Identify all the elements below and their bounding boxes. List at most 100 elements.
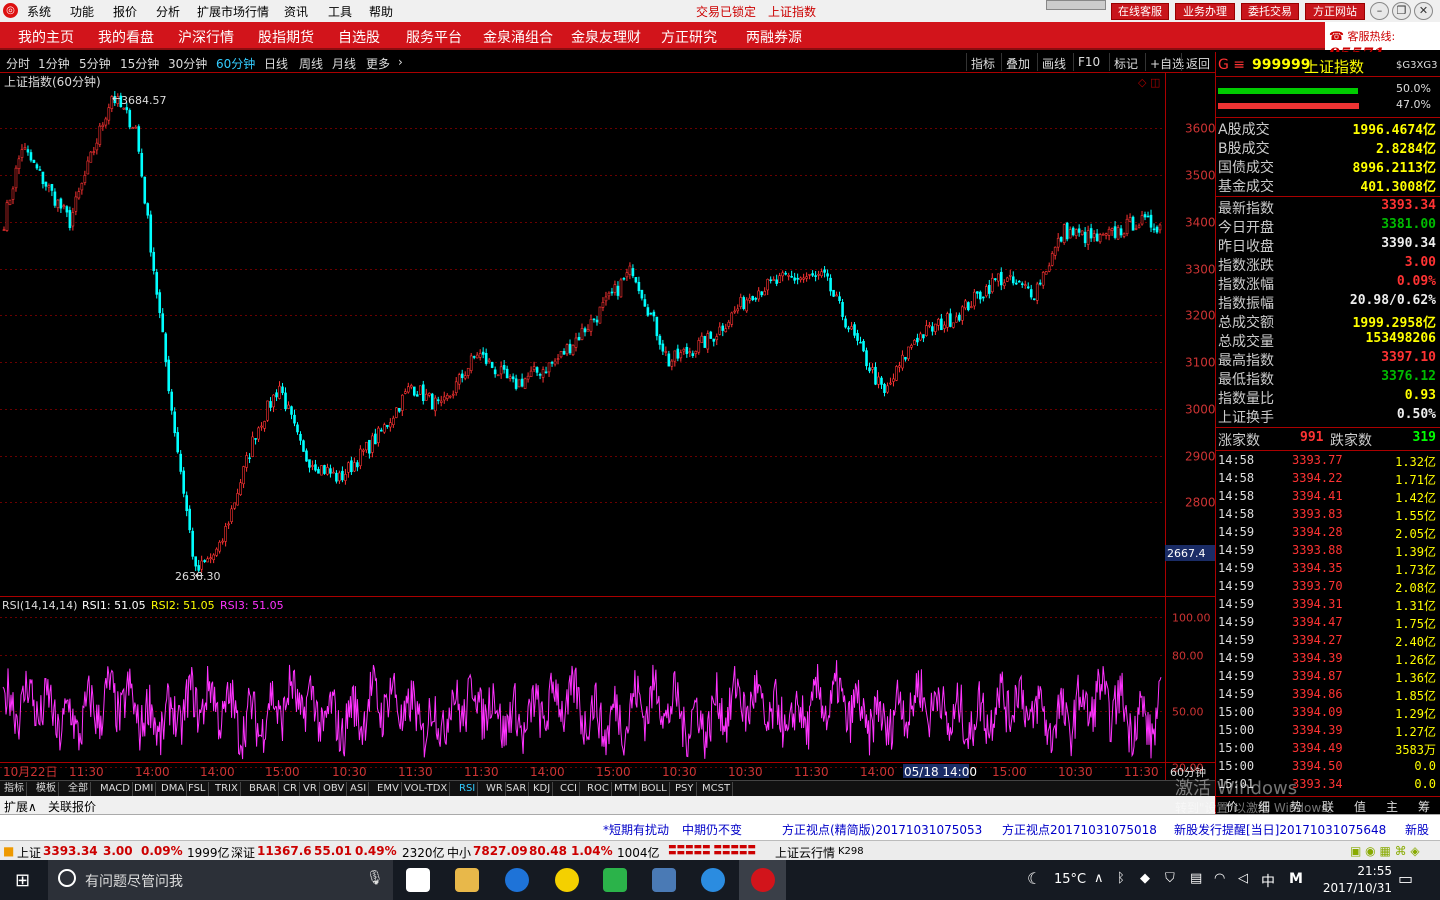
news-item[interactable]: 方正视点(精简版)20171031075053 — [782, 821, 982, 838]
indicator-tab[interactable]: WR — [484, 782, 506, 796]
period-15min[interactable]: 15分钟 — [120, 55, 159, 72]
trade-lock-status[interactable]: 交易已锁定 — [696, 3, 756, 20]
panel-tab[interactable]: 势 — [1290, 798, 1302, 815]
menu-function[interactable]: 功能 — [70, 3, 94, 20]
panel-tab[interactable]: 细 — [1258, 798, 1270, 815]
indicator-tab[interactable]: 全部 — [66, 782, 91, 796]
indicator-tab[interactable]: CCI — [558, 782, 580, 796]
indicator-tab[interactable]: 指标 — [2, 782, 27, 796]
menu-news[interactable]: 资讯 — [284, 3, 308, 20]
chart-area[interactable]: 2800 2900 3000 3100 3200 3300 3400 3500 3600 ← ← … — [0, 72, 1215, 780]
panel-tab[interactable]: 联 — [1322, 798, 1334, 815]
cloud-quote-label[interactable]: 上证云行情 — [775, 844, 835, 861]
indicator-tab[interactable]: ROC — [585, 782, 612, 796]
microphone-icon[interactable]: 🎙 — [366, 870, 384, 886]
news-item[interactable]: 中期仍不变 — [682, 821, 742, 838]
indicator-tab[interactable]: FSL — [186, 782, 209, 796]
panel-tab[interactable]: 值 — [1354, 798, 1366, 815]
indicator-tab[interactable]: BOLL — [639, 782, 670, 796]
nav-futures[interactable]: 股指期货 — [258, 27, 314, 47]
chart-config-icon[interactable]: ◇ ◫ — [1138, 76, 1160, 89]
menu-system[interactable]: 系统 — [27, 3, 51, 20]
indicator-tab[interactable]: DMI — [132, 782, 157, 796]
menu-help[interactable]: 帮助 — [369, 3, 393, 20]
indicator-tab[interactable]: 模板 — [34, 782, 59, 796]
wechat-app-icon[interactable] — [603, 868, 627, 892]
edge-icon[interactable] — [505, 868, 529, 892]
period-week[interactable]: 周线 — [299, 55, 323, 72]
news-item[interactable]: 方正视点20171031075018 — [1002, 821, 1157, 838]
system-clock[interactable]: 21:55 2017/10/31 — [1323, 863, 1392, 897]
period-day[interactable]: 日线 — [264, 55, 288, 72]
indicator-tab[interactable]: MTM — [612, 782, 641, 796]
tool-draw[interactable]: 画线 — [1037, 53, 1070, 71]
online-service-button[interactable]: 在线客服 — [1111, 3, 1169, 20]
ime-indicator[interactable]: 中 — [1261, 871, 1275, 891]
period-30min[interactable]: 30分钟 — [168, 55, 207, 72]
indicator-tab[interactable]: SAR — [504, 782, 530, 796]
nav-portfolio[interactable]: 金泉涌组合 — [483, 27, 553, 47]
weather-moon-icon[interactable]: ☾ — [1027, 869, 1041, 888]
network-icon[interactable]: ▤ — [1190, 871, 1202, 886]
founder-app-icon[interactable] — [751, 868, 775, 892]
menu-tools[interactable]: 工具 — [328, 3, 352, 20]
indicator-tab[interactable]: ASI — [348, 782, 370, 796]
tool-indicator[interactable]: 指标 — [966, 53, 999, 71]
nav-watchlist[interactable]: 自选股 — [338, 27, 380, 47]
menu-quote[interactable]: 报价 — [113, 3, 137, 20]
panel-tab[interactable]: 价 — [1226, 798, 1238, 815]
tool-mark[interactable]: 标记 — [1109, 53, 1142, 71]
notification-icon[interactable]: ▭ — [1398, 869, 1413, 888]
website-button[interactable]: 方正网站 — [1305, 3, 1365, 20]
nav-margin[interactable]: 两融券源 — [746, 27, 802, 47]
restore-icon[interactable]: ❐ — [1392, 2, 1411, 20]
indicator-tab[interactable]: DMA — [159, 782, 188, 796]
panel-tab[interactable]: 主 — [1386, 798, 1398, 815]
tray-app-icon[interactable]: ◆ — [1140, 871, 1150, 886]
store-icon[interactable] — [406, 868, 430, 892]
related-quote-button[interactable]: 关联报价 — [48, 798, 96, 815]
indicator-tab[interactable]: PSY — [673, 782, 697, 796]
news-item[interactable]: *短期有扰动 — [603, 821, 669, 838]
nav-my-watch[interactable]: 我的看盘 — [98, 27, 154, 47]
volume-icon[interactable]: ◁ — [1238, 871, 1248, 886]
kline-chart[interactable]: 280029003000310032003300340035003600 ←← … — [0, 72, 1215, 780]
wifi-icon[interactable]: ◠ — [1214, 871, 1225, 886]
period-tick[interactable]: 分时 — [6, 55, 30, 72]
ie-icon[interactable] — [701, 868, 725, 892]
windows-start-icon[interactable]: ⊞ — [15, 870, 30, 891]
nav-my-home[interactable]: 我的主页 — [18, 27, 74, 47]
indicator-tab[interactable]: VR — [301, 782, 320, 796]
nav-service[interactable]: 服务平台 — [406, 27, 462, 47]
bluetooth-icon[interactable]: ᛒ — [1117, 871, 1125, 886]
close-icon[interactable]: ✕ — [1414, 2, 1433, 20]
tool-back[interactable]: 返回 — [1181, 53, 1214, 71]
business-button[interactable]: 业务办理 — [1175, 3, 1235, 20]
indicator-tab[interactable]: BRAR — [247, 782, 280, 796]
menu-ext-market[interactable]: 扩展市场行情 — [197, 3, 269, 20]
indicator-tab[interactable]: RSI — [457, 782, 479, 796]
indicator-tab[interactable]: OBV — [321, 782, 348, 796]
browser-360-icon[interactable] — [555, 868, 579, 892]
nav-wealth[interactable]: 金泉友理财 — [571, 27, 641, 47]
tray-expand-icon[interactable]: ∧ — [1094, 871, 1104, 886]
nav-market[interactable]: 沪深行情 — [178, 27, 234, 47]
ime-mode-indicator[interactable]: M — [1289, 871, 1303, 887]
indicator-tab[interactable]: TRIX — [213, 782, 241, 796]
shield-icon[interactable]: ⛉ — [1165, 871, 1175, 886]
news-item[interactable]: 新股发行提醒[当日]20171031075648 — [1174, 821, 1386, 838]
taskbar-search[interactable]: 有问题尽管问我 🎙 — [48, 860, 393, 900]
period-1min[interactable]: 1分钟 — [38, 55, 70, 72]
trade-button[interactable]: 委托交易 — [1241, 3, 1299, 20]
minimize-icon[interactable]: – — [1370, 2, 1389, 20]
period-5min[interactable]: 5分钟 — [79, 55, 111, 72]
expand-button[interactable]: 扩展∧ — [4, 798, 37, 815]
tool-overlay[interactable]: 叠加 — [1001, 53, 1034, 71]
indicator-tab[interactable]: VOL-TDX — [402, 782, 451, 796]
period-more[interactable]: 更多 — [366, 55, 390, 72]
explorer-icon[interactable] — [455, 868, 479, 892]
indicator-tab[interactable]: KDJ — [531, 782, 554, 796]
chevron-right-icon[interactable]: › — [398, 55, 403, 69]
period-60min[interactable]: 60分钟 — [216, 55, 255, 72]
status-tray-icons[interactable]: ▣ ◉ ▦ ⌘ ◈ — [1350, 844, 1420, 858]
